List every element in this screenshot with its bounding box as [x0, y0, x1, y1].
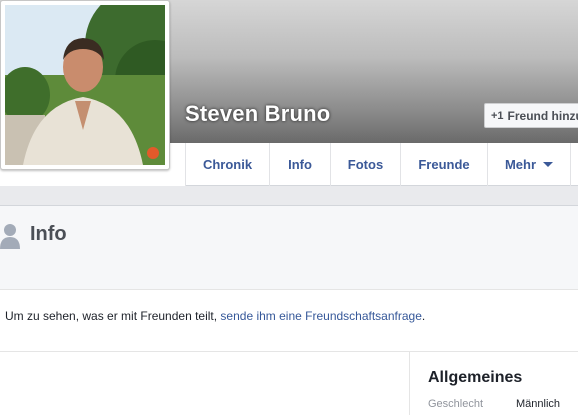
profile-picture[interactable]: [0, 0, 170, 170]
tab-label: Info: [288, 157, 312, 172]
section-divider: [0, 351, 578, 352]
friend-request-notice: Um zu sehen, was er mit Freunden teilt, …: [5, 309, 425, 323]
tab-mehr[interactable]: Mehr: [487, 143, 570, 186]
column-divider: [409, 351, 410, 415]
nav-divider: [570, 143, 571, 186]
profile-name[interactable]: Steven Bruno: [185, 101, 330, 127]
info-title: Info: [30, 223, 67, 245]
add-friend-button[interactable]: +1 Freund hinzufügen: [484, 103, 578, 128]
profile-page: { "profile": { "name": "Steven Bruno", "…: [0, 0, 578, 415]
tab-label: Freunde: [418, 157, 470, 172]
tab-label: Chronik: [202, 157, 253, 172]
chevron-down-icon: [543, 162, 554, 167]
send-friend-request-link[interactable]: sende ihm eine Freundschaftsanfrage: [220, 309, 421, 323]
notice-suffix: .: [421, 309, 426, 323]
add-friend-icon: +1: [491, 109, 504, 122]
tab-chronik[interactable]: Chronik: [185, 143, 269, 186]
tab-info[interactable]: Info: [269, 143, 330, 186]
gender-label: Geschlecht: [428, 398, 484, 410]
info-section: Info Um zu sehen, was er mit Freunden te…: [0, 205, 578, 415]
profile-photo-image: [5, 5, 165, 165]
tab-fotos[interactable]: Fotos: [330, 143, 400, 186]
add-friend-label: Freund hinzufügen: [507, 108, 578, 123]
tab-label: Fotos: [347, 157, 384, 172]
notice-text: Um zu sehen, was er mit Freunden teilt,: [5, 309, 221, 323]
gender-value: Männlich: [516, 398, 561, 410]
general-heading: Allgemeines: [428, 369, 523, 386]
person-icon: [0, 224, 20, 249]
tab-label: Mehr: [504, 157, 537, 172]
tab-freunde[interactable]: Freunde: [400, 143, 487, 186]
info-header: Info: [0, 206, 578, 290]
